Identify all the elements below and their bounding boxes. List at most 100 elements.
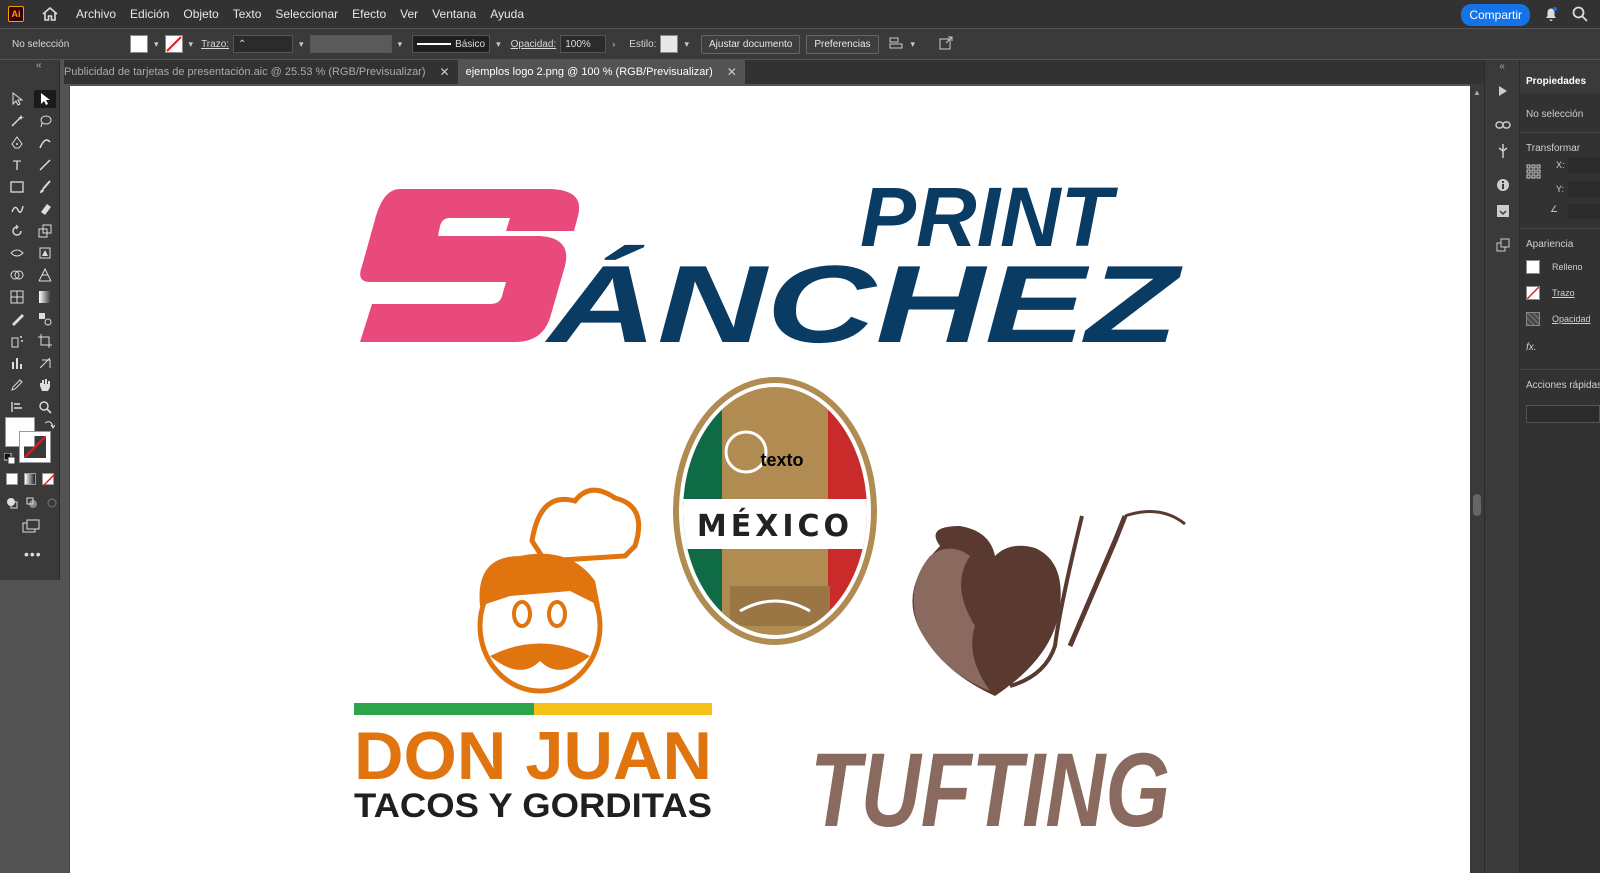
rotate-tool-icon[interactable]	[6, 222, 28, 240]
lasso-icon[interactable]	[34, 112, 56, 130]
collapse-icon[interactable]: «	[36, 60, 42, 71]
fill-row[interactable]: Relleno	[1520, 260, 1600, 274]
perspective-grid-icon[interactable]	[34, 266, 56, 284]
draw-normal-icon[interactable]	[6, 496, 18, 514]
pencil-icon[interactable]	[6, 376, 28, 394]
shape-builder-icon[interactable]	[6, 266, 28, 284]
scale-tool-icon[interactable]	[34, 222, 56, 240]
pen-tool-icon[interactable]	[6, 134, 28, 152]
style-dropdown-icon[interactable]: ▾	[684, 39, 689, 50]
stroke-dropdown-icon[interactable]: ▾	[189, 39, 194, 50]
reference-point-icon[interactable]	[1526, 164, 1542, 185]
menu-texto[interactable]: Texto	[233, 7, 262, 21]
menu-archivo[interactable]: Archivo	[76, 7, 116, 21]
variable-width-field[interactable]	[309, 35, 392, 53]
opacity-input[interactable]: 100%	[560, 35, 607, 53]
artboards-panel-icon[interactable]	[1485, 232, 1521, 258]
share-button[interactable]: Compartir	[1461, 4, 1530, 26]
stroke-label[interactable]: Trazo:	[201, 39, 229, 50]
stroke-color-box[interactable]	[19, 431, 51, 463]
scroll-up-icon[interactable]: ▲	[1473, 88, 1481, 97]
screen-mode-icon[interactable]	[22, 519, 40, 538]
width-tool-icon[interactable]	[6, 244, 28, 262]
direct-selection-tool-icon[interactable]	[6, 90, 28, 108]
more-tools-icon[interactable]: •••	[24, 546, 42, 562]
stroke-weight-input[interactable]: ⌃	[233, 35, 294, 53]
menu-efecto[interactable]: Efecto	[352, 7, 386, 21]
swap-colors-icon[interactable]	[43, 418, 56, 436]
fill-dropdown-icon[interactable]: ▾	[154, 39, 159, 50]
draw-inside-icon[interactable]	[46, 496, 58, 514]
puppet-warp-icon[interactable]	[1485, 138, 1521, 164]
info-icon[interactable]	[1485, 172, 1521, 198]
default-colors-icon[interactable]	[3, 452, 16, 470]
none-mode-icon[interactable]	[42, 473, 55, 486]
properties-title[interactable]: Propiedades	[1520, 60, 1600, 93]
menu-ayuda[interactable]: Ayuda	[490, 7, 524, 21]
bell-icon[interactable]	[1544, 6, 1558, 27]
opacity-label[interactable]: Opacidad:	[511, 39, 557, 50]
asset-export-icon[interactable]	[1485, 198, 1521, 224]
artboard[interactable]: PRINT ÁNCHEZ MÉXICO texto DON JUAN TACOS…	[69, 86, 1475, 873]
align-dropdown-icon[interactable]: ▾	[911, 39, 916, 50]
menu-ventana[interactable]: Ventana	[432, 7, 476, 21]
curvature-tool-icon[interactable]	[34, 134, 56, 152]
slice-tool-icon[interactable]	[34, 354, 56, 372]
column-graph-icon[interactable]	[6, 354, 28, 372]
paintbrush-icon[interactable]	[34, 178, 56, 196]
hand-tool-icon[interactable]	[34, 376, 56, 394]
shaper-tool-icon[interactable]	[6, 200, 28, 218]
adjust-document-button[interactable]: Ajustar documento	[700, 34, 801, 54]
fill-swatch[interactable]	[130, 35, 148, 53]
gradient-tool-icon[interactable]	[34, 288, 56, 306]
menu-seleccionar[interactable]: Seleccionar	[275, 7, 338, 21]
selection-tool-icon[interactable]	[34, 90, 56, 108]
scroll-thumb[interactable]	[1473, 494, 1481, 516]
stroke-weight-dropdown-icon[interactable]: ▾	[299, 39, 304, 50]
fill-swatch-small[interactable]	[1526, 260, 1540, 274]
preferences-button[interactable]: Preferencias	[806, 34, 879, 54]
search-icon[interactable]	[1572, 6, 1588, 27]
stroke-row[interactable]: Trazo	[1520, 286, 1600, 300]
style-swatch[interactable]	[660, 35, 679, 53]
artboard-tool-icon[interactable]	[34, 332, 56, 350]
stroke-label-link[interactable]: Trazo	[1552, 288, 1575, 298]
y-input[interactable]	[1568, 181, 1600, 197]
symbol-sprayer-icon[interactable]	[6, 332, 28, 350]
tab-publicidad[interactable]: Publicidad de tarjetas de presentación.a…	[64, 60, 458, 84]
magic-wand-icon[interactable]	[6, 112, 28, 130]
align-icon[interactable]	[889, 36, 905, 53]
close-icon[interactable]: ✕	[440, 65, 450, 79]
rectangle-tool-icon[interactable]	[6, 178, 28, 196]
expand-panels-icon[interactable]: «	[1485, 60, 1519, 72]
menu-edicion[interactable]: Edición	[130, 7, 169, 21]
eyedropper-icon[interactable]	[6, 310, 28, 328]
opacity-row[interactable]: Opacidad	[1520, 312, 1600, 326]
opacity-label-link[interactable]: Opacidad	[1552, 314, 1591, 324]
zoom-tool-icon[interactable]	[34, 398, 56, 416]
export-icon[interactable]	[939, 36, 953, 53]
menu-objeto[interactable]: Objeto	[183, 7, 218, 21]
stroke-swatch[interactable]	[164, 35, 183, 53]
opacity-arrow-icon[interactable]: ›	[612, 39, 615, 49]
stroke-swatch-small[interactable]	[1526, 286, 1540, 300]
type-tool-icon[interactable]: T	[6, 156, 28, 174]
edit-toolbar-icon[interactable]	[6, 398, 28, 416]
draw-behind-icon[interactable]	[26, 496, 38, 514]
line-tool-icon[interactable]	[34, 156, 56, 174]
home-icon[interactable]	[40, 4, 60, 24]
tab-ejemplos-logo[interactable]: ejemplos logo 2.png @ 100 % (RGB/Previsu…	[457, 60, 745, 84]
quick-action-button[interactable]	[1526, 405, 1600, 423]
variable-width-dropdown-icon[interactable]: ▾	[398, 39, 403, 50]
blend-tool-icon[interactable]	[34, 310, 56, 328]
vertical-scrollbar[interactable]: ▲	[1470, 84, 1484, 873]
x-input[interactable]	[1568, 157, 1600, 173]
menu-ver[interactable]: Ver	[400, 7, 418, 21]
brush-definition[interactable]: Básico	[412, 35, 491, 53]
color-mode-icon[interactable]	[6, 473, 18, 485]
mesh-tool-icon[interactable]	[6, 288, 28, 306]
links-icon[interactable]	[1485, 112, 1521, 138]
close-icon[interactable]: ✕	[727, 65, 737, 79]
eraser-icon[interactable]	[34, 200, 56, 218]
free-transform-icon[interactable]	[34, 244, 56, 262]
